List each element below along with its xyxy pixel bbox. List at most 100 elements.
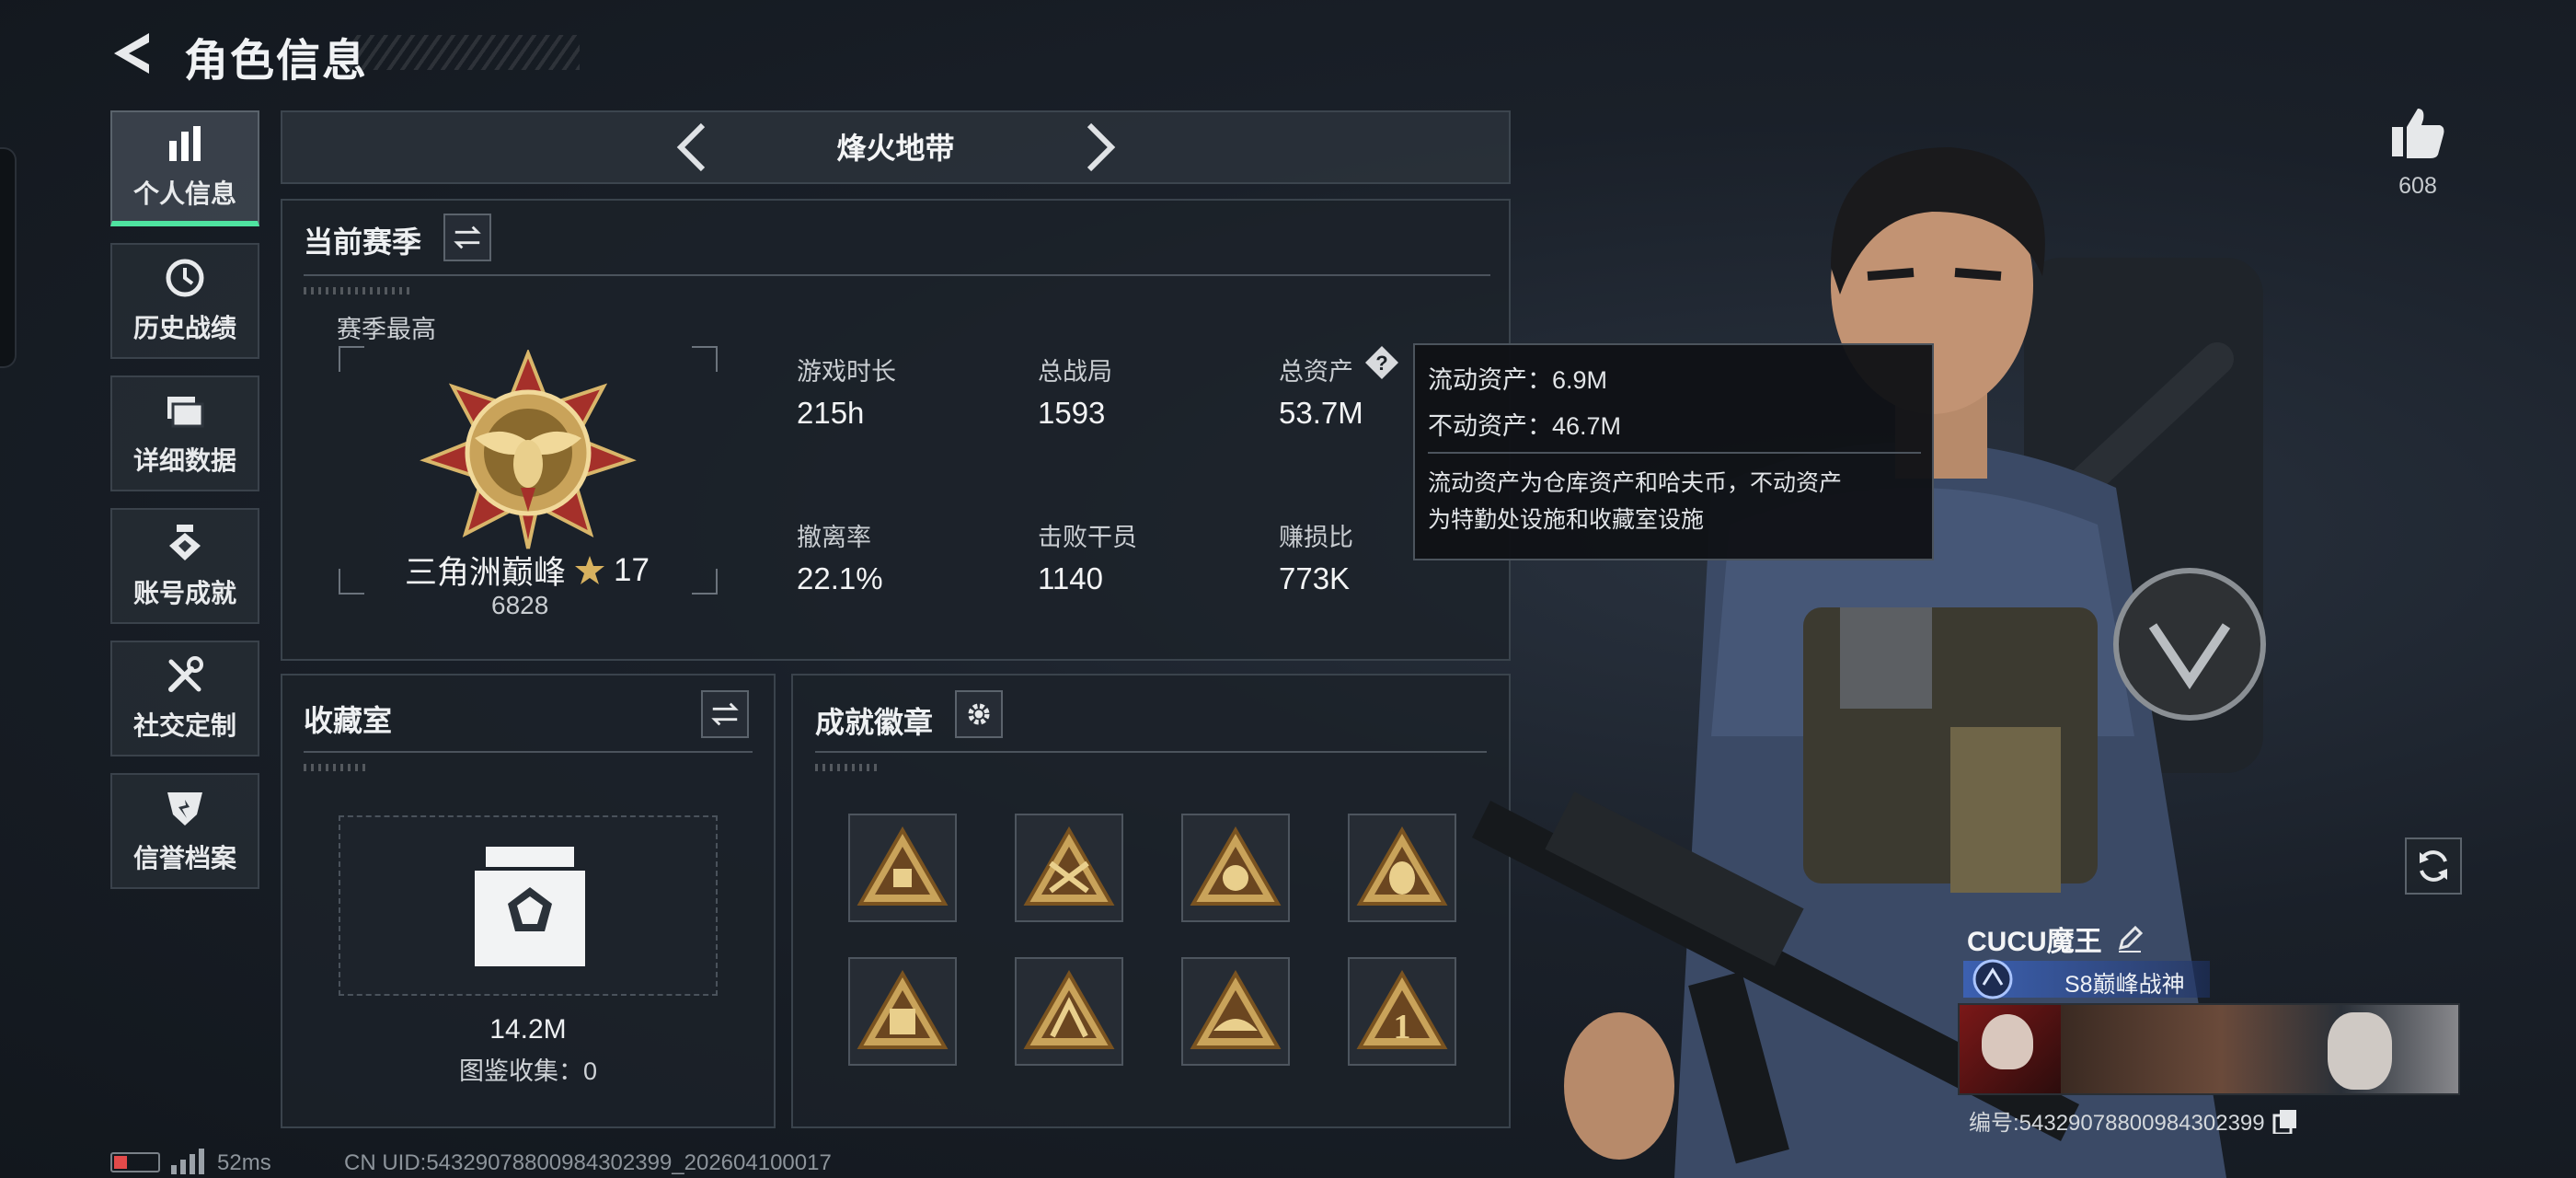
folder-icon <box>167 397 204 428</box>
medal-s4-icon <box>1190 826 1282 906</box>
sidebar-item-label: 个人信息 <box>132 179 236 208</box>
season-divider <box>304 274 1490 276</box>
help-icon: ? <box>1365 346 1398 379</box>
mode-title: 烽火地带 <box>836 132 955 165</box>
back-button[interactable] <box>109 28 160 79</box>
season-switch-button[interactable] <box>443 214 491 261</box>
signal-icon <box>171 1149 204 1174</box>
player-name-row: CUCU魔王 <box>1967 918 2145 959</box>
medal-7-icon <box>1190 970 1282 1049</box>
sidebar-item-label: 信誉档案 <box>132 844 236 872</box>
sidebar-item-reputation[interactable]: 信誉档案 <box>110 773 259 889</box>
star-icon <box>575 555 605 584</box>
asset-tooltip: 流动资产：6.9M 不动资产：46.7M 流动资产为仓库资产和哈夫币，不动资产 … <box>1413 343 1934 560</box>
achievement-badge[interactable] <box>1181 957 1290 1066</box>
stat-label: 撤离率 <box>797 524 871 551</box>
sidebar-item-label: 历史战绩 <box>132 314 236 342</box>
sidebar-item-achievements[interactable]: 账号成就 <box>110 508 259 624</box>
achievements-title: 成就徽章 <box>815 706 934 739</box>
swap-icon <box>711 702 739 726</box>
achievements-divider <box>815 751 1487 753</box>
collection-divider <box>304 751 753 753</box>
rank-points: 6828 <box>491 591 549 619</box>
like-button[interactable] <box>2388 103 2447 162</box>
sidebar-item-social-custom[interactable]: 社交定制 <box>110 641 259 756</box>
medal-1st-icon: 1 <box>1356 970 1448 1049</box>
collection-title: 收藏室 <box>304 704 393 737</box>
tooltip-fixed-assets: 不动资产：46.7M <box>1428 412 1622 440</box>
tooltip-divider <box>1428 452 1921 454</box>
stat-value: 215h <box>797 396 865 430</box>
bar-chart-icon <box>169 126 201 161</box>
sidebar-item-label: 社交定制 <box>132 711 236 740</box>
thumbs-up-icon <box>2392 109 2444 158</box>
side-drawer-handle[interactable] <box>0 147 17 368</box>
medal-2-icon <box>1023 826 1115 906</box>
achievement-badge[interactable] <box>1181 814 1290 922</box>
svg-text:?: ? <box>1375 352 1387 375</box>
chevron-right-icon <box>1087 122 1116 172</box>
season-title: 当前赛季 <box>304 225 422 259</box>
player-banner[interactable] <box>1958 1003 2460 1095</box>
title-emblem-icon <box>1972 959 2013 999</box>
sidebar-item-history[interactable]: 历史战绩 <box>110 243 259 359</box>
back-arrow-icon <box>114 33 149 74</box>
season-best-label: 赛季最高 <box>337 316 436 343</box>
tick-decoration <box>815 764 880 771</box>
refresh-icon <box>2420 850 2447 882</box>
like-count: 608 <box>2398 173 2437 199</box>
achievement-badge[interactable] <box>1015 957 1123 1066</box>
stat-value: 773K <box>1279 561 1351 595</box>
collection-switch-button[interactable] <box>701 690 749 738</box>
history-icon <box>166 259 204 297</box>
rank-stars: 17 <box>614 551 650 588</box>
tick-decoration <box>304 764 368 771</box>
tooltip-note-line2: 为特勤处设施和收藏室设施 <box>1428 507 1705 533</box>
svg-text:1: 1 <box>1394 1008 1411 1046</box>
edit-pencil-icon[interactable] <box>2115 924 2145 953</box>
asset-info-button[interactable]: ? <box>1363 344 1400 381</box>
player-title: S8巅峰战神 <box>2064 972 2185 998</box>
copy-icon[interactable] <box>2272 1108 2298 1134</box>
achievement-icon <box>169 525 201 560</box>
achievements-settings-button[interactable] <box>955 690 1003 738</box>
tools-icon <box>168 656 203 692</box>
achievement-badge[interactable] <box>1015 814 1123 922</box>
uid-text: CN UID:54329078800984302399_202604100017 <box>344 1150 832 1175</box>
stat-value: 1140 <box>1038 561 1103 595</box>
battery-icon <box>110 1152 160 1172</box>
vault-icon <box>475 847 585 966</box>
catalog-count: 图鉴收集：0 <box>458 1057 598 1085</box>
player-id-row: 编号:5432907880098430​2399 <box>1969 1104 2298 1137</box>
sidebar-item-label: 账号成就 <box>132 579 236 607</box>
shield-icon <box>167 792 202 826</box>
player-id: 编号:5432907880098430​2399 <box>1969 1111 2265 1136</box>
page-title: 角色信息 <box>184 37 369 86</box>
rank-medal-icon <box>420 350 637 549</box>
stat-label: 赚损比 <box>1279 524 1353 551</box>
medal-s5-icon <box>1356 826 1448 906</box>
tooltip-liquid-assets: 流动资产：6.9M <box>1428 366 1608 394</box>
next-mode-button[interactable] <box>1071 118 1126 177</box>
sidebar-item-personal-info[interactable]: 个人信息 <box>110 110 259 226</box>
stat-label: 总资产 <box>1279 358 1353 386</box>
medal-s8-icon <box>857 970 949 1049</box>
tick-decoration <box>304 287 414 294</box>
achievement-badge[interactable] <box>848 814 957 922</box>
player-name: CUCU魔王 <box>1967 927 2102 957</box>
collection-value: 14.2M <box>489 1014 567 1045</box>
stat-value: 53.7M <box>1279 396 1363 430</box>
achievement-badge[interactable] <box>848 957 957 1066</box>
sidebar-item-label: 详细数据 <box>132 446 236 475</box>
stat-label: 游戏时长 <box>797 358 896 386</box>
rank-name: 三角洲巅峰 <box>405 555 567 591</box>
rank-name-row: 三角洲巅峰 17 <box>405 547 650 594</box>
stat-label: 总战局 <box>1038 358 1112 386</box>
refresh-button[interactable] <box>2405 837 2462 895</box>
swap-icon <box>454 225 481 249</box>
ping-text: 52ms <box>217 1150 271 1175</box>
stat-label: 击败干员 <box>1038 524 1137 551</box>
sidebar-item-detailed-data[interactable]: 详细数据 <box>110 375 259 491</box>
gear-icon <box>968 703 990 725</box>
stat-value: 1593 <box>1038 396 1106 430</box>
